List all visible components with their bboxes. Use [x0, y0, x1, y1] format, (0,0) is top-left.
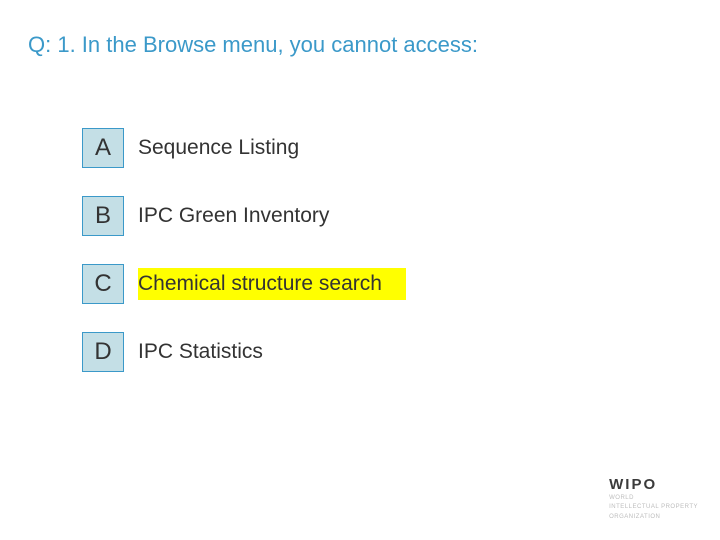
option-text-d: IPC Statistics	[138, 336, 271, 368]
option-row-b[interactable]: B IPC Green Inventory	[82, 196, 406, 236]
option-letter-a: A	[82, 128, 124, 168]
option-row-c[interactable]: C Chemical structure search	[82, 264, 406, 304]
option-row-a[interactable]: A Sequence Listing	[82, 128, 406, 168]
wipo-sub-line2: INTELLECTUAL PROPERTY	[609, 504, 698, 512]
options-list: A Sequence Listing B IPC Green Inventory…	[82, 128, 406, 400]
option-text-b: IPC Green Inventory	[138, 200, 337, 232]
wipo-sub-line3: ORGANIZATION	[609, 514, 698, 522]
option-letter-b: B	[82, 196, 124, 236]
option-row-d[interactable]: D IPC Statistics	[82, 332, 406, 372]
option-text-c: Chemical structure search	[138, 268, 406, 300]
wipo-logo: WIPO WORLD INTELLECTUAL PROPERTY ORGANIZ…	[609, 476, 698, 522]
wipo-sub-line1: WORLD	[609, 495, 698, 503]
option-text-a: Sequence Listing	[138, 132, 307, 164]
wipo-brand-text: WIPO	[609, 476, 698, 493]
option-letter-d: D	[82, 332, 124, 372]
option-letter-c: C	[82, 264, 124, 304]
question-text: Q: 1. In the Browse menu, you cannot acc…	[28, 32, 478, 58]
